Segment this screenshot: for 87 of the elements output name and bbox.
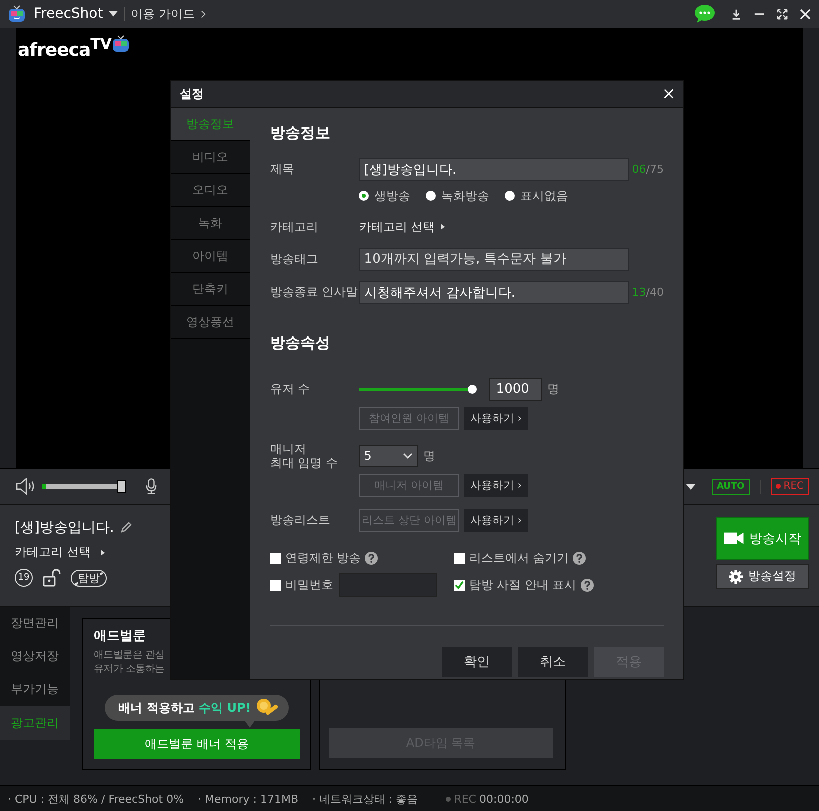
field-label: 제목 [270,161,296,178]
speaker-icon[interactable] [16,478,37,495]
nav-item[interactable]: 광고관리 [0,706,70,740]
checkbox-label: 연령제한 방송 [285,550,362,567]
title-field[interactable]: [생]방송입니다. [359,158,630,181]
logo: afreeca$^{TV}$ [18,35,112,61]
field-label: 방송리스트 [270,512,332,529]
nav-item[interactable]: 부가기능 [0,673,70,706]
settings-tab[interactable]: 방송정보 [171,108,250,141]
chevron-down-icon [403,453,414,459]
microphone-icon[interactable] [146,478,157,495]
nav-item[interactable]: 영상저장 [0,640,70,673]
user-count-slider[interactable] [359,385,478,394]
checkbox-label: 리스트에서 숨기기 [469,550,570,567]
unit-label: 명 [547,381,560,398]
guide-link[interactable]: 이용 가이드 [131,6,196,22]
card-title: 애드벌룬 [94,628,147,645]
status-text: · 네트워크상태 : 좋음 [312,792,418,806]
pencil-icon[interactable] [120,522,132,534]
dialog-button[interactable]: 취소 [518,647,588,677]
checkbox-label: 비밀번호 [285,576,334,594]
record-label: REC [454,792,476,806]
volume-slider[interactable] [42,480,126,493]
record-time: 00:00:00 [480,792,529,806]
section-heading: 방송정보 [270,124,332,144]
status-text: · CPU : 전체 86% / FreecShot 0% [8,792,184,806]
record-dot-icon [446,796,452,802]
password-field[interactable] [339,573,438,597]
gear-icon [728,570,742,584]
caret-down-icon[interactable] [686,484,696,490]
nav-item[interactable]: 장면관리 [0,607,70,640]
field-label: 유저 수 [270,381,312,398]
dialog-title: 설정 [180,86,204,102]
auto-toggle[interactable]: AUTO [712,478,750,494]
manager-count-select[interactable]: 5 [359,445,418,467]
radio-option[interactable]: 표시없음 [505,188,568,204]
padlock-icon[interactable] [43,569,61,587]
start-broadcast-button[interactable]: 방송시작 [716,517,809,560]
category-select[interactable]: 카테고리 선택 [359,218,436,236]
checkbox[interactable] [454,580,466,590]
checkbox-label: 탐방 사절 안내 표시 [469,576,577,594]
category-select[interactable]: 카테고리 선택 [15,544,91,561]
caret-right-icon[interactable] [441,224,446,230]
status-text: · Memory : 171MB [198,792,299,806]
tip-text: 배너 적용하고 수익 UP! [118,700,252,716]
unit-label: 명 [423,448,436,464]
radio-option[interactable]: 생방송 [359,188,410,204]
chevron-right-icon[interactable] [201,10,206,18]
field-label: 매니저 최대 임명 수 [270,442,339,470]
radio-option[interactable]: 녹화방송 [426,188,490,204]
tag-field[interactable]: 10개까지 입력가능, 특수문자 불가 [359,248,630,271]
use-button[interactable]: 사용하기 › [464,509,528,532]
field-label: 카테고리 [270,218,320,236]
coin-icon [255,698,280,718]
character-count: 13/40 [632,286,664,299]
checkbox[interactable] [454,553,466,564]
use-button[interactable]: 사용하기 › [464,474,528,497]
broadcast-title: [생]방송입니다. [15,519,114,537]
download-icon[interactable] [731,8,742,20]
character-count: 06/75 [632,163,664,176]
apply-banner-button[interactable]: 애드벌룬 배너 적용 [94,729,300,759]
maximize-icon[interactable] [777,8,788,20]
user-count-field[interactable]: 1000 [489,378,542,401]
section-heading: 방송속성 [270,334,332,354]
checkbox[interactable] [270,553,282,564]
help-icon[interactable] [580,578,594,592]
closing-message-field[interactable]: 시청해주셔서 감사합니다. [359,281,630,304]
camera-icon [724,532,744,545]
dialog-button[interactable]: 확인 [442,647,512,677]
app-title: FreecShot [34,6,104,22]
age-rating-badge[interactable]: 19 [15,569,33,587]
visit-badge[interactable]: 탐방 [71,570,107,586]
card-description: 애드벌룬은 관심 유저가 소통하는 [94,649,166,677]
chat-icon[interactable] [695,5,715,23]
close-icon[interactable] [800,8,811,20]
field-label: 방송태그 [270,251,320,268]
record-button[interactable]: REC [770,478,809,495]
tv-icon [8,5,26,23]
tv-icon [112,35,130,53]
field-label: 방송종료 인사말 [270,284,360,301]
caret-right-icon[interactable] [100,550,105,556]
help-icon[interactable] [365,552,378,565]
caret-down-icon[interactable] [109,11,118,17]
help-icon[interactable] [573,552,586,565]
checkbox[interactable] [270,580,282,590]
broadcast-settings-button[interactable]: 방송설정 [716,564,809,589]
use-button[interactable]: 사용하기 › [464,407,528,430]
